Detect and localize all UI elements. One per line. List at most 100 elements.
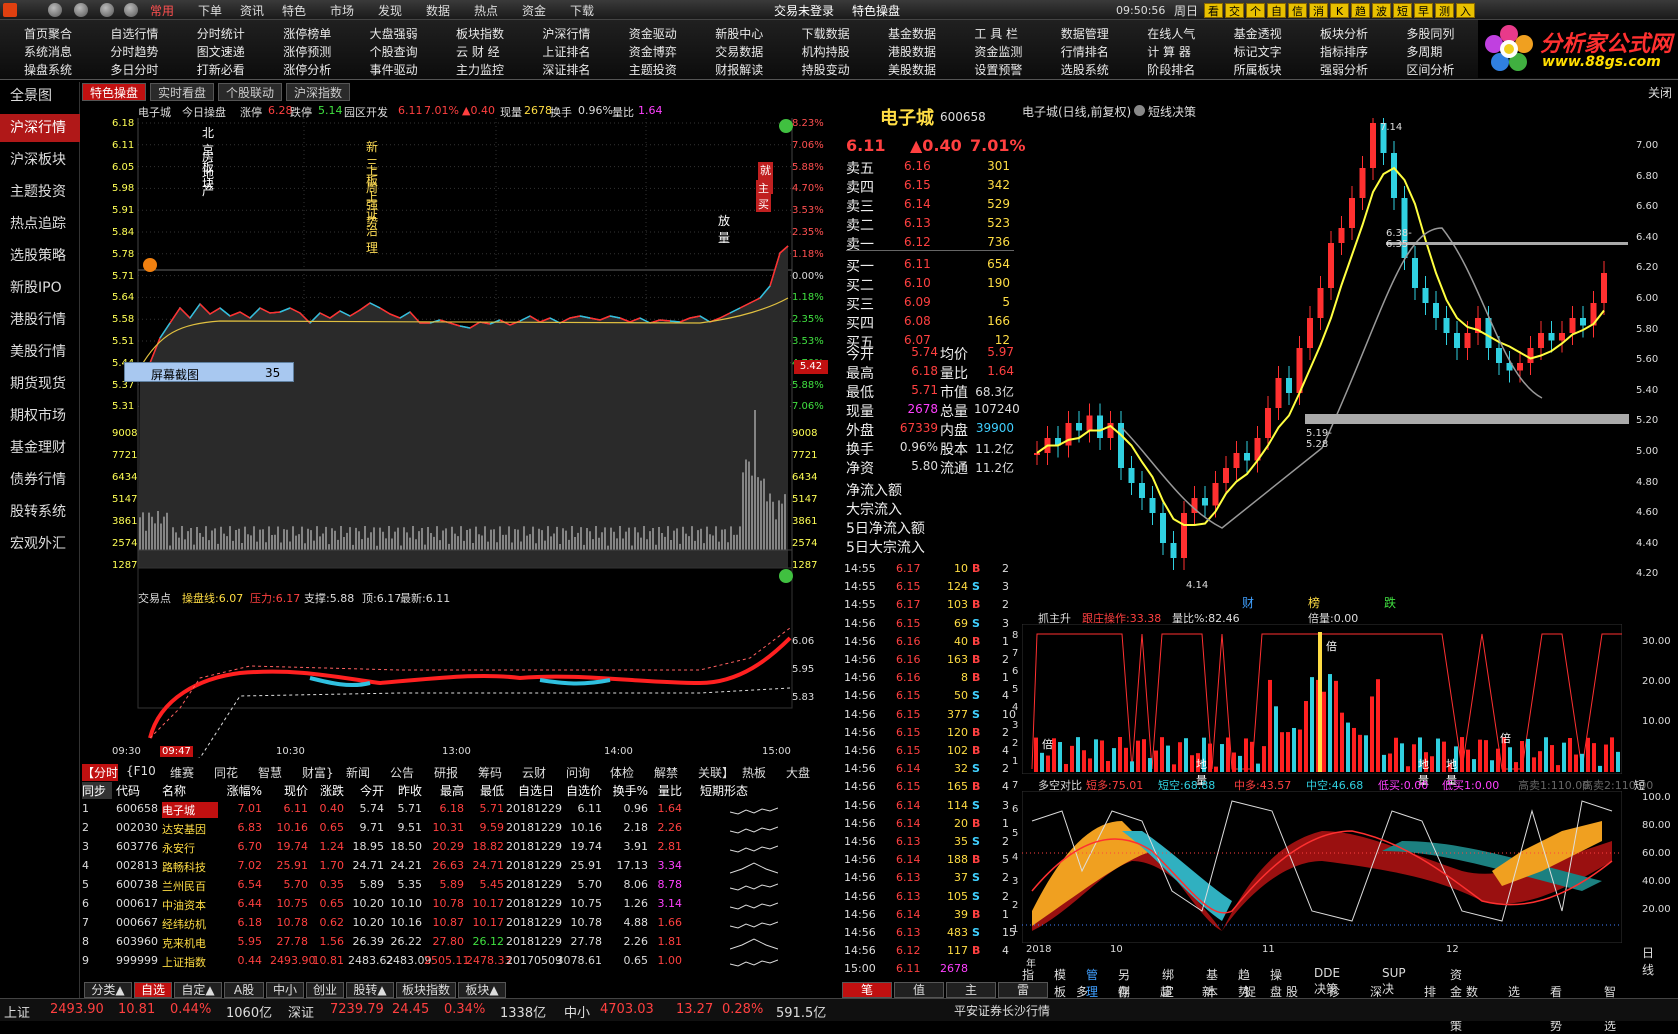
quick-btn-7[interactable]: 趋 xyxy=(1351,3,1370,18)
info-tab-16[interactable]: 大盘 xyxy=(786,764,810,781)
quick-btn-3[interactable]: 自 xyxy=(1267,3,1286,18)
toolbar-item-0-12[interactable]: 数据管理 xyxy=(1061,25,1109,42)
info-tab-0[interactable]: 【分时 xyxy=(82,764,119,781)
table-cell-0-2[interactable]: 电子城 xyxy=(162,802,218,818)
mid-tab-1[interactable]: 值 xyxy=(894,982,944,998)
info-tab-7[interactable]: 公告 xyxy=(390,764,414,781)
toolbar-item-0-7[interactable]: 资金驱动 xyxy=(629,25,677,42)
info-tab-12[interactable]: 体检 xyxy=(610,764,634,781)
toolbar-item-0-15[interactable]: 板块分析 xyxy=(1320,25,1368,42)
toolbar-item-0-5[interactable]: 板块指数 xyxy=(456,25,504,42)
toolbar-item-1-14[interactable]: 标记文字 xyxy=(1234,43,1282,60)
quick-btn-4[interactable]: 信 xyxy=(1288,3,1307,18)
table-cell-7-2[interactable]: 克来机电 xyxy=(162,935,218,951)
info-tab-2[interactable]: 维赛 xyxy=(170,764,194,781)
info-tab-13[interactable]: 解禁 xyxy=(654,764,678,781)
menu-faxian[interactable]: 发现 xyxy=(378,2,402,19)
indicator2-chart[interactable] xyxy=(1022,791,1622,943)
info-tab-15[interactable]: 热板 xyxy=(742,764,766,781)
table-cell-2-1[interactable]: 603776 xyxy=(116,840,160,853)
toolbar-item-1-7[interactable]: 资金博弈 xyxy=(629,43,677,60)
table-cell-1-2[interactable]: 达安基因 xyxy=(162,821,218,837)
info-tab-5[interactable]: 财富} xyxy=(302,764,334,781)
toolbar-item-0-4[interactable]: 大盘强弱 xyxy=(370,25,418,42)
info-tab-8[interactable]: 研报 xyxy=(434,764,458,781)
toolbar-item-2-9[interactable]: 持股变动 xyxy=(802,61,850,78)
toolbar-item-0-6[interactable]: 沪深行情 xyxy=(542,25,590,42)
info-tab-6[interactable]: 新闻 xyxy=(346,764,370,781)
bottom-tab-2[interactable]: 自定▲ xyxy=(174,982,222,998)
toolbar-item-1-4[interactable]: 个股查询 xyxy=(370,43,418,60)
table-cell-3-2[interactable]: 路畅科技 xyxy=(162,859,218,875)
table-cell-8-2[interactable]: 上证指数 xyxy=(162,954,218,970)
toolbar-item-2-5[interactable]: 主力监控 xyxy=(456,61,504,78)
toolbar-item-1-3[interactable]: 涨停预测 xyxy=(283,43,331,60)
toolbar-item-1-13[interactable]: 计 算 器 xyxy=(1147,43,1191,60)
table-cell-5-1[interactable]: 000617 xyxy=(116,897,160,910)
bottom-tab-5[interactable]: 创业 xyxy=(306,982,344,998)
table-cell-4-1[interactable]: 600738 xyxy=(116,878,160,891)
toolbar-item-1-12[interactable]: 行情排名 xyxy=(1061,43,1109,60)
table-cell-0-1[interactable]: 600658 xyxy=(116,802,160,815)
mid-tab-3[interactable]: 雷 xyxy=(998,982,1048,998)
toolbar-item-2-7[interactable]: 主题投资 xyxy=(629,61,677,78)
quick-btn-6[interactable]: K xyxy=(1330,3,1349,18)
toolbar-item-1-5[interactable]: 云 财 经 xyxy=(456,43,500,60)
toolbar-item-1-16[interactable]: 多周期 xyxy=(1406,43,1442,60)
tab-tese-caopan[interactable]: 特色操盘 xyxy=(82,83,146,101)
bottom-tab-3[interactable]: A股 xyxy=(224,982,264,998)
menu-shichang[interactable]: 市场 xyxy=(330,2,354,19)
toolbar-item-1-0[interactable]: 系统消息 xyxy=(24,43,72,60)
toolbar-item-1-6[interactable]: 上证排名 xyxy=(542,43,590,60)
toolbar-item-0-0[interactable]: 首页聚合 xyxy=(24,25,72,42)
quick-btn-9[interactable]: 短 xyxy=(1393,3,1412,18)
toolbar-item-0-1[interactable]: 自选行情 xyxy=(110,25,158,42)
info-tab-3[interactable]: 同花 xyxy=(214,764,238,781)
bottom-tab-7[interactable]: 板块指数 xyxy=(396,982,456,998)
menu-changyong[interactable]: 常用 xyxy=(150,2,174,19)
info-tab-4[interactable]: 智慧 xyxy=(258,764,282,781)
quick-btn-0[interactable]: 看 xyxy=(1204,3,1223,18)
info-tab-1[interactable]: {F10 xyxy=(126,764,156,778)
table-cell-1-1[interactable]: 002030 xyxy=(116,821,160,834)
toolbar-item-2-16[interactable]: 区间分析 xyxy=(1406,61,1454,78)
window-button-2[interactable] xyxy=(74,3,88,17)
screenshot-tooltip[interactable]: 屏幕截图 35 xyxy=(124,362,294,382)
table-cell-4-2[interactable]: 兰州民百 xyxy=(162,878,218,894)
table-cell-5-2[interactable]: 中油资本 xyxy=(162,897,218,913)
quick-btn-8[interactable]: 波 xyxy=(1372,3,1391,18)
mid-tab-2[interactable]: 主 xyxy=(946,982,996,998)
login-status[interactable]: 交易未登录 xyxy=(774,2,834,19)
table-cell-2-2[interactable]: 永安行 xyxy=(162,840,218,856)
menu-zixun[interactable]: 资讯 xyxy=(240,2,264,19)
info-tab-14[interactable]: 关联】 xyxy=(698,764,734,781)
toolbar-item-0-13[interactable]: 在线人气 xyxy=(1147,25,1195,42)
toolbar-item-0-9[interactable]: 下载数据 xyxy=(802,25,850,42)
quick-btn-1[interactable]: 交 xyxy=(1225,3,1244,18)
window-button-1[interactable] xyxy=(48,3,62,17)
bottom-tab-6[interactable]: 股转▲ xyxy=(346,982,394,998)
kline-tab-1[interactable]: 模板 xyxy=(1054,966,1066,1000)
toolbar-item-1-1[interactable]: 分时趋势 xyxy=(110,43,158,60)
table-cell-3-1[interactable]: 002813 xyxy=(116,859,160,872)
kline-chart[interactable] xyxy=(1022,118,1630,608)
mid-tab-0[interactable]: 笔 xyxy=(842,982,892,998)
indicator1-chart[interactable] xyxy=(1022,624,1622,774)
toolbar-item-0-3[interactable]: 涨停榜单 xyxy=(283,25,331,42)
dropdown-icon[interactable] xyxy=(1134,105,1145,116)
toolbar-item-0-16[interactable]: 多股同列 xyxy=(1406,25,1454,42)
toolbar-item-2-2[interactable]: 打新必看 xyxy=(197,61,245,78)
toolbar-item-1-11[interactable]: 资金监测 xyxy=(974,43,1022,60)
toolbar-item-1-10[interactable]: 港股数据 xyxy=(888,43,936,60)
bottom-tab-8[interactable]: 板块▲ xyxy=(458,982,506,998)
toolbar-item-0-11[interactable]: 工 具 栏 xyxy=(974,25,1018,42)
tab-hushen-zhishu[interactable]: 沪深指数 xyxy=(286,83,350,101)
tab-shishi-kanpan[interactable]: 实时看盘 xyxy=(150,83,214,101)
bottom-tab-4[interactable]: 中小 xyxy=(266,982,304,998)
toolbar-item-2-0[interactable]: 操盘系统 xyxy=(24,61,72,78)
toolbar-item-1-15[interactable]: 指标排序 xyxy=(1320,43,1368,60)
table-cell-7-1[interactable]: 603960 xyxy=(116,935,160,948)
toolbar-item-2-8[interactable]: 财报解读 xyxy=(715,61,763,78)
menu-zijin[interactable]: 资金 xyxy=(522,2,546,19)
toolbar-item-2-14[interactable]: 所属板块 xyxy=(1234,61,1282,78)
